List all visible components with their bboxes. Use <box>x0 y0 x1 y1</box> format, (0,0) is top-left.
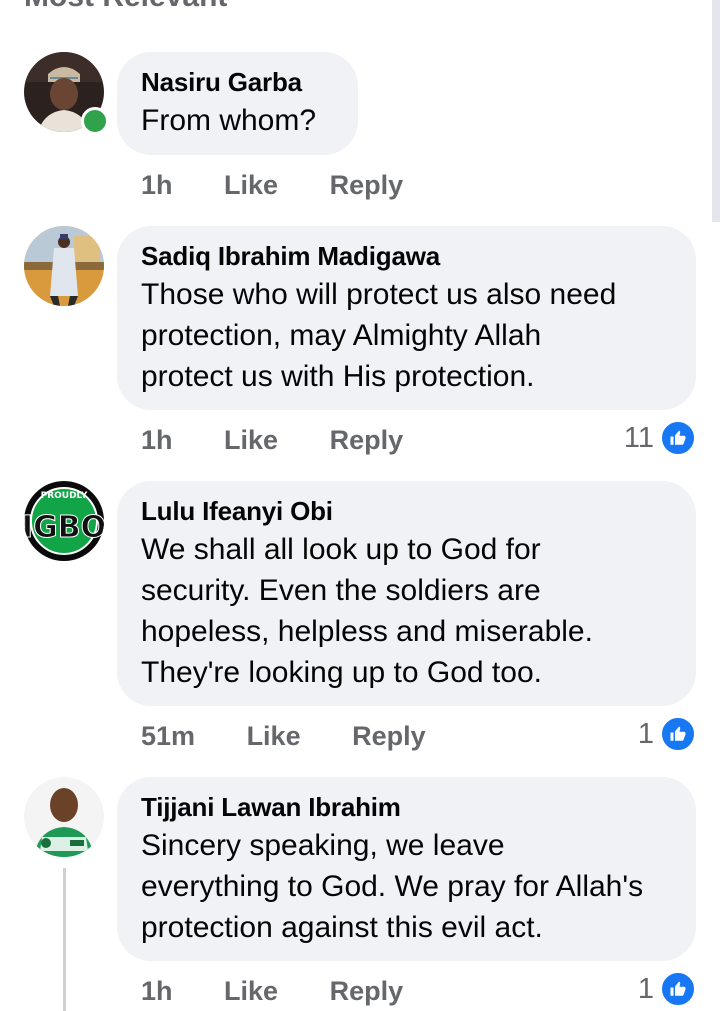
reply-button[interactable]: Reply <box>330 168 404 202</box>
avatar-image <box>24 226 104 306</box>
reaction-summary[interactable]: 1 <box>637 971 696 1007</box>
reaction-summary[interactable]: 1 <box>637 716 696 752</box>
comment-text: Sincery speaking, we leave everything to… <box>141 825 672 948</box>
avatar-image: PROUDLY IGBO <box>24 481 104 561</box>
comment-text-line: Sincery speaking, we leave <box>141 829 505 862</box>
comment-text-line: We shall all look up to God for <box>141 533 541 566</box>
comment-actions: 1h Like Reply <box>141 423 447 457</box>
reaction-summary[interactable]: 11 <box>623 420 696 456</box>
like-button[interactable]: Like <box>247 719 301 753</box>
comment-author[interactable]: Lulu Ifeanyi Obi <box>141 495 672 529</box>
thumbs-up-icon <box>660 716 696 752</box>
comment-actions: 51m Like Reply <box>141 719 470 753</box>
reaction-count: 1 <box>637 717 654 750</box>
comment-text-line: protection, may Almighty Allah <box>141 319 542 352</box>
reaction-count: 11 <box>623 421 654 454</box>
svg-text:IGBO: IGBO <box>24 510 104 545</box>
avatar[interactable] <box>24 226 104 306</box>
comment-text-line: hopeless, helpless and miserable. <box>141 615 593 648</box>
comment-bubble[interactable]: Sadiq Ibrahim Madigawa Those who will pr… <box>117 226 696 410</box>
comment-text-line: everything to God. We pray for Allah's <box>141 870 644 903</box>
like-button[interactable]: Like <box>224 168 278 202</box>
comment-text-line: protect us with His protection. <box>141 360 535 393</box>
reply-thread-line <box>63 868 66 1011</box>
comment-text: From whom? <box>141 100 334 141</box>
comment-bubble[interactable]: Lulu Ifeanyi Obi We shall all look up to… <box>117 481 696 706</box>
avatar[interactable] <box>24 777 104 857</box>
reply-button[interactable]: Reply <box>330 423 404 457</box>
svg-text:PROUDLY: PROUDLY <box>41 491 88 501</box>
like-button[interactable]: Like <box>224 974 278 1008</box>
comment-actions: 1h Like Reply <box>141 974 447 1008</box>
online-status-icon <box>81 107 109 135</box>
comment-bubble[interactable]: Tijjani Lawan Ibrahim Sincery speaking, … <box>117 777 696 961</box>
comment-time[interactable]: 1h <box>141 423 173 457</box>
comment-time[interactable]: 1h <box>141 974 173 1008</box>
comment-text: Those who will protect us also need prot… <box>141 274 672 397</box>
comment-time[interactable]: 51m <box>141 719 195 753</box>
thumbs-up-icon <box>660 971 696 1007</box>
comment-text-line: security. Even the soldiers are <box>141 574 541 607</box>
comment-text-line: protection against this evil act. <box>141 911 543 944</box>
comment-author[interactable]: Tijjani Lawan Ibrahim <box>141 791 672 825</box>
comment-bubble[interactable]: Nasiru Garba From whom? <box>117 52 358 155</box>
like-button[interactable]: Like <box>224 423 278 457</box>
comment-time[interactable]: 1h <box>141 168 173 202</box>
scrollbar[interactable] <box>712 0 720 222</box>
comment-text: We shall all look up to God for security… <box>141 529 672 693</box>
reaction-count: 1 <box>637 972 654 1005</box>
reply-button[interactable]: Reply <box>330 974 404 1008</box>
comment-text-line: From whom? <box>141 104 317 137</box>
comment-author[interactable]: Sadiq Ibrahim Madigawa <box>141 240 672 274</box>
avatar-image <box>24 777 104 857</box>
thumbs-up-icon <box>660 420 696 456</box>
avatar[interactable]: PROUDLY IGBO <box>24 481 104 561</box>
comment-actions: 1h Like Reply <box>141 168 447 202</box>
comment-text-line: Those who will protect us also need <box>141 278 617 311</box>
reply-button[interactable]: Reply <box>352 719 426 753</box>
sort-label[interactable]: Most Relevant <box>24 0 227 14</box>
comment-author[interactable]: Nasiru Garba <box>141 66 334 100</box>
comment-text-line: They're looking up to God too. <box>141 656 542 689</box>
